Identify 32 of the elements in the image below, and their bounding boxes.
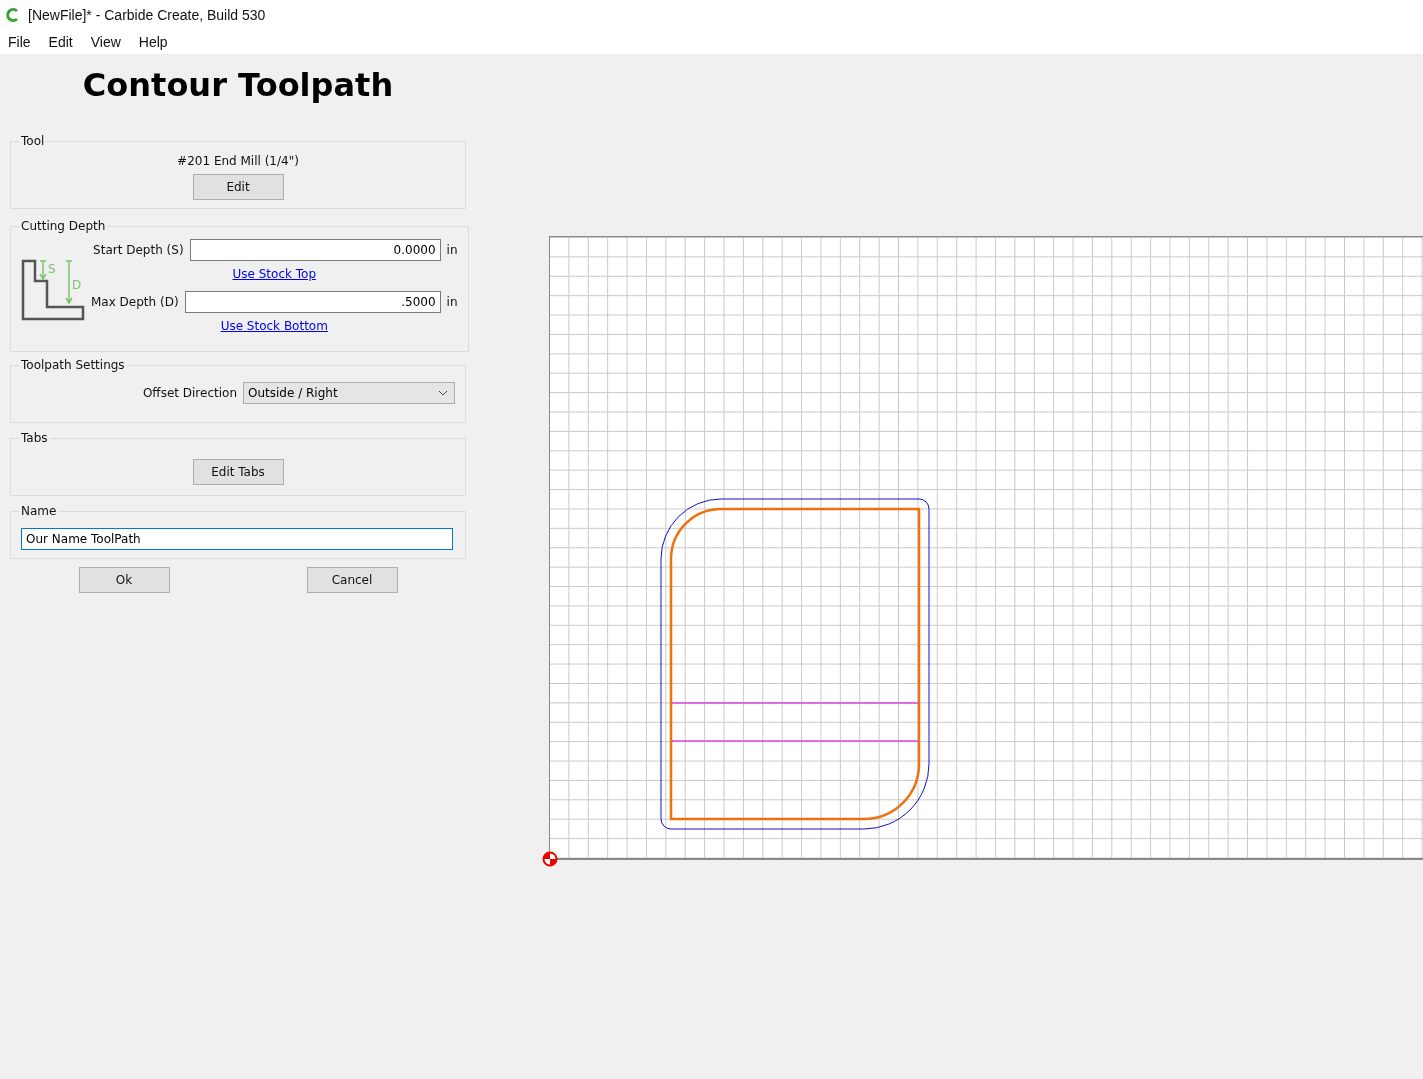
depth-diagram-icon: S D (21, 259, 85, 323)
edit-tabs-button[interactable]: Edit Tabs (192, 459, 284, 485)
menu-item[interactable]: Help (132, 34, 174, 50)
field-label: Start Depth (S) (93, 243, 184, 257)
group-title: Tool (20, 134, 46, 148)
name-field[interactable]: Our Name ToolPath (21, 528, 453, 550)
app-logo-icon (6, 8, 20, 22)
stock-link[interactable]: Use Stock Bottom (220, 319, 328, 333)
cancel-button[interactable]: Cancel (306, 567, 398, 593)
menu-item[interactable]: File (2, 34, 37, 50)
unit-label: in (446, 295, 458, 309)
depth-field[interactable]: .5000 (184, 291, 441, 313)
tool-name: #201 End Mill (1/4") (177, 154, 299, 168)
unit-label: in (446, 243, 458, 257)
field-label: Offset Direction (142, 386, 237, 400)
group-title: Toolpath Settings (20, 358, 126, 372)
group-title: Name (20, 504, 58, 518)
depth-field[interactable]: 0.0000 (189, 239, 441, 261)
window-title: [NewFile]* - Carbide Create, Build 530 (28, 7, 266, 23)
stock-link[interactable]: Use Stock Top (232, 267, 317, 281)
group-title: Cutting Depth (20, 219, 107, 233)
chevron-down-icon (438, 390, 448, 396)
panel-heading: Contour Toolpath (81, 66, 395, 106)
ok-button[interactable]: Ok (78, 567, 170, 593)
edit-button[interactable]: Edit (192, 174, 284, 200)
offset-direction-dropdown[interactable]: Outside / Right (243, 382, 455, 404)
origin-marker-icon (542, 851, 558, 867)
design-canvas[interactable] (549, 236, 1423, 860)
menu-item[interactable]: Edit (42, 34, 79, 50)
menu-item[interactable]: View (84, 34, 127, 50)
field-label: Max Depth (D) (91, 295, 179, 309)
group-title: Tabs (20, 431, 49, 445)
